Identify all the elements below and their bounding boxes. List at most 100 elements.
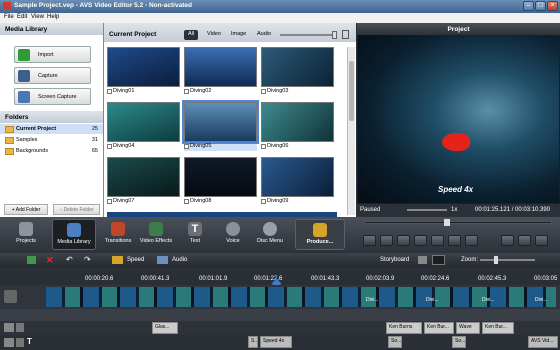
tab-image[interactable]: Image	[227, 30, 250, 40]
thumb-diving04[interactable]: Diving04	[107, 102, 180, 151]
stop-button[interactable]	[380, 235, 393, 246]
thumb-diving05[interactable]: Diving05	[182, 100, 259, 151]
camera-icon[interactable]	[418, 256, 427, 264]
effect-clip[interactable]: Ken Bur...	[482, 322, 514, 334]
media-library-button[interactable]: Media Library	[52, 219, 96, 250]
preview-seek-bar[interactable]	[364, 221, 552, 224]
text-clip[interactable]: So...	[388, 336, 402, 348]
zoom-handle[interactable]	[494, 256, 498, 264]
minimize-button[interactable]: –	[523, 1, 534, 11]
thumb-checkbox[interactable]	[184, 144, 189, 149]
tab-audio[interactable]: Audio	[253, 30, 275, 40]
storyboard-button[interactable]: Storyboard	[380, 257, 409, 263]
thumb-checkbox[interactable]	[261, 89, 266, 94]
video-thumbnail	[261, 102, 334, 142]
text-clip[interactable]: AVS Vid...	[528, 336, 558, 348]
snapshot-button[interactable]	[518, 235, 531, 246]
video-effects-button[interactable]: Video Effects	[137, 219, 175, 250]
folder-samples[interactable]: Samples 31	[0, 135, 103, 145]
speed-slider[interactable]	[407, 209, 447, 211]
thumb-checkbox[interactable]	[184, 199, 189, 204]
thumb-checkbox[interactable]	[261, 199, 266, 204]
undo-icon[interactable]: ↶	[66, 255, 73, 264]
effect-clip[interactable]: Glas...	[152, 322, 178, 334]
split-button[interactable]	[431, 235, 444, 246]
screen-capture-button[interactable]: Screen Capture	[14, 88, 91, 105]
maximize-button[interactable]: □	[535, 1, 546, 11]
projects-button[interactable]: Projects	[8, 219, 44, 250]
capture-button[interactable]: Capture	[14, 67, 91, 84]
thumb-checkbox[interactable]	[107, 89, 112, 94]
thumb-diving01[interactable]: Diving01	[107, 47, 180, 96]
delete-icon[interactable]: ✕	[46, 255, 54, 266]
mark-out-button[interactable]	[465, 235, 478, 246]
video-clips-strip[interactable]	[46, 287, 556, 307]
video-clip-label[interactable]: Divi...	[482, 297, 495, 303]
thumb-diving06[interactable]: Diving06	[261, 102, 334, 151]
mark-in-button[interactable]	[448, 235, 461, 246]
tab-video[interactable]: Video	[203, 30, 225, 40]
thumb-checkbox[interactable]	[184, 89, 189, 94]
effect-clip[interactable]: Ken Bur...	[424, 322, 454, 334]
audio-button[interactable]: Audio	[172, 257, 187, 263]
video-clip-label[interactable]: Divi...	[366, 297, 379, 303]
thumb-diving09[interactable]: Diving09	[261, 157, 334, 206]
effect-clip[interactable]: Wave	[456, 322, 480, 334]
lock-icon[interactable]	[16, 323, 24, 332]
thumb-label: Diving02	[190, 88, 212, 94]
media-library-panel: Media Library Import Capture Screen Capt…	[0, 23, 104, 217]
thumb-diving03[interactable]: Diving03	[261, 47, 334, 96]
eye-icon[interactable]	[4, 323, 14, 332]
menu-edit[interactable]: Edit	[17, 14, 27, 20]
slider-handle[interactable]	[332, 31, 337, 39]
delete-folder-button[interactable]: − Delete Folder	[53, 204, 100, 215]
text-clip[interactable]: S...	[248, 336, 258, 348]
seek-handle[interactable]	[444, 219, 450, 226]
thumb-diving02[interactable]: Diving02	[184, 47, 257, 96]
prev-frame-button[interactable]	[397, 235, 410, 246]
thumb-diving07[interactable]: Diving07	[107, 157, 180, 206]
eye-icon[interactable]	[4, 338, 14, 347]
video-clip-label[interactable]: Divi...	[426, 297, 439, 303]
speed-button[interactable]: Speed	[127, 257, 144, 263]
text-clip[interactable]: Speed 4x	[260, 336, 292, 348]
effect-clip[interactable]: Ken Burns	[386, 322, 422, 334]
redo-icon[interactable]: ↷	[84, 255, 91, 264]
produce-button[interactable]: Produce...	[295, 219, 345, 250]
text-clip[interactable]: So...	[452, 336, 466, 348]
thumb-size-slider[interactable]	[280, 34, 335, 36]
thumb-diving08[interactable]: Diving08	[184, 157, 257, 206]
monitor-icon	[18, 91, 30, 103]
scrollbar[interactable]	[347, 47, 355, 215]
import-button[interactable]: Import	[14, 46, 91, 63]
video-clip-label[interactable]: Divi...	[535, 297, 548, 303]
thumb-checkbox[interactable]	[107, 199, 112, 204]
thumb-checkbox[interactable]	[107, 144, 112, 149]
lock-icon[interactable]	[16, 338, 24, 347]
text-button[interactable]: T Text	[180, 219, 210, 250]
volume-button[interactable]	[535, 235, 548, 246]
menu-help[interactable]: Help	[47, 14, 59, 20]
menu-file[interactable]: File	[4, 14, 14, 20]
capture-label: Capture	[38, 73, 58, 79]
folder-current-project[interactable]: Current Project 25	[0, 124, 103, 134]
transitions-button[interactable]: Transitions	[100, 219, 136, 250]
add-clip-icon[interactable]	[27, 256, 36, 264]
zoom-slider[interactable]	[480, 259, 535, 261]
scrollbar-thumb[interactable]	[349, 61, 354, 121]
video-effects-label: Video Effects	[139, 238, 173, 244]
voice-button[interactable]: Voice	[218, 219, 248, 250]
thumb-checkbox[interactable]	[261, 144, 266, 149]
menu-view[interactable]: View	[31, 14, 44, 20]
view-toggle-icon[interactable]	[342, 30, 349, 39]
aspect-ratio-icon[interactable]	[432, 255, 445, 265]
fullscreen-button[interactable]	[501, 235, 514, 246]
disc-menu-button[interactable]: Disc Menu	[252, 219, 288, 250]
next-frame-button[interactable]	[414, 235, 427, 246]
play-button[interactable]	[363, 235, 376, 246]
tab-all[interactable]: All	[184, 30, 199, 40]
close-button[interactable]: ×	[547, 1, 558, 11]
folder-backgrounds[interactable]: Backgrounds 65	[0, 146, 103, 156]
add-folder-button[interactable]: + Add Folder	[4, 204, 48, 215]
speed-icon	[112, 256, 123, 264]
